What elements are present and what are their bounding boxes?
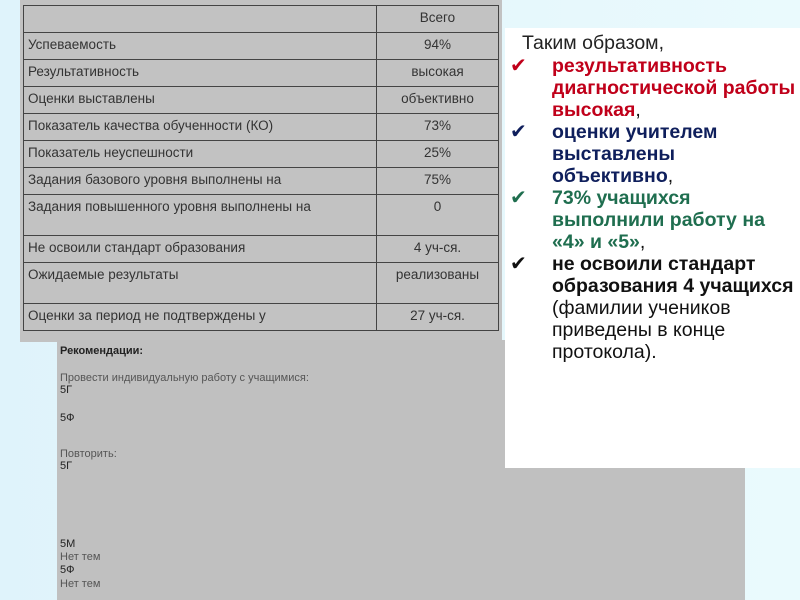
- table-row: Оценки выставлены объективно: [23, 86, 499, 114]
- checkmark-icon: ✔: [510, 253, 527, 275]
- table-row: Задания повышенного уровня выполнены на 0: [23, 194, 499, 236]
- conclusion-item: ✔ не освоили стандарт образования 4 учащ…: [510, 253, 794, 363]
- table-row: Ожидаемые результаты реализованы: [23, 262, 499, 304]
- conclusion-item: ✔ оценки учителем выставлены объективно,: [510, 121, 718, 187]
- conclusion-item: ✔ 73% учащихся выполнили работу на «4» и…: [510, 187, 765, 253]
- table-row: Успеваемость 94%: [23, 32, 499, 60]
- table-row: Результативность высокая: [23, 59, 499, 87]
- table-row: Задания базового уровня выполнены на 75%: [23, 167, 499, 195]
- checkmark-icon: ✔: [510, 55, 527, 77]
- header-total: Всего: [376, 5, 499, 33]
- results-table: Всего Успеваемость 94% Результативность вы…: [23, 5, 499, 331]
- checkmark-icon: ✔: [510, 121, 527, 143]
- table-row: Оценки за период не подтверждены у 27 уч-…: [23, 303, 499, 331]
- table-row: Показатель качества обученности (КО) 73%: [23, 113, 499, 141]
- conclusion-intro: Таким образом,: [522, 32, 665, 54]
- table-row: Показатель неуспешности 25%: [23, 140, 499, 168]
- table-row: Не освоили стандарт образования 4 уч-ся.: [23, 235, 499, 263]
- table-header-row: Всего: [23, 5, 499, 33]
- checkmark-icon: ✔: [510, 187, 527, 209]
- conclusion-item: ✔ результативность диагностической работ…: [510, 55, 796, 121]
- recommendations-title: Рекомендации:: [60, 345, 144, 357]
- conclusion-text: Таким образом, ✔ результативность диагно…: [505, 32, 800, 363]
- results-table-image: Всего Успеваемость 94% Результативность вы…: [20, 0, 502, 342]
